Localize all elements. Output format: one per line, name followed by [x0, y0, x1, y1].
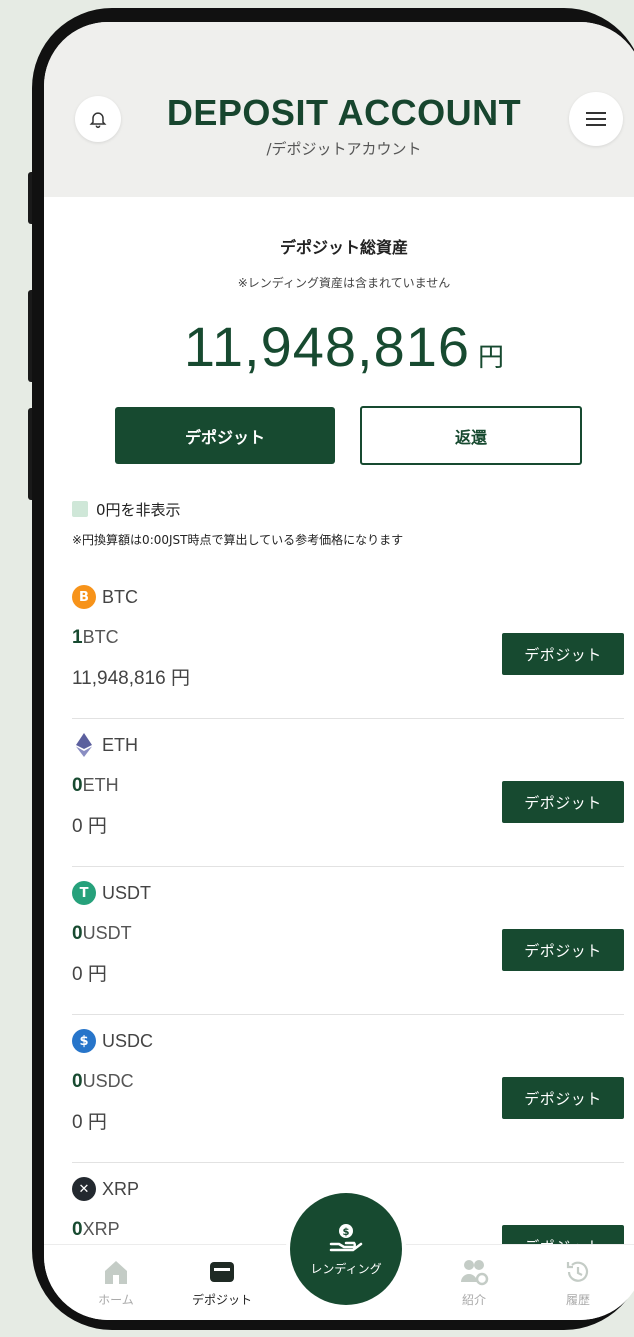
asset-yen-value: 11,948,816 円	[72, 668, 190, 689]
asset-unit: XRP	[82, 1219, 120, 1239]
asset-symbol: USDT	[102, 882, 151, 903]
hide-zero-label: 0円を非表示	[96, 500, 181, 519]
page-subtitle: /デポジットアカウント	[266, 140, 422, 158]
asset-unit: ETH	[82, 775, 119, 795]
nav-home[interactable]: ホーム	[76, 1255, 156, 1308]
asset-row-btc: B BTC 1BTC 11,948,816 円デポジット	[72, 571, 624, 719]
usdc-icon: $	[72, 1029, 96, 1053]
deposit-button[interactable]: デポジット	[115, 407, 335, 464]
asset-symbol: XRP	[102, 1178, 140, 1199]
asset-header: ✕ XRP	[72, 1177, 139, 1201]
asset-unit: USDT	[82, 923, 132, 943]
history-icon	[566, 1261, 589, 1282]
asset-header: $ USDC	[72, 1029, 153, 1053]
hide-zero-toggle[interactable]: 0円を非表示	[72, 498, 181, 520]
menu-button[interactable]	[569, 92, 623, 146]
asset-unit: BTC	[82, 627, 119, 647]
nav-history[interactable]: 履歴	[538, 1255, 618, 1308]
asset-deposit-button[interactable]: デポジット	[502, 1077, 624, 1119]
wallet-icon	[210, 1262, 234, 1282]
asset-symbol: ETH	[102, 734, 138, 755]
nav-referral-label: 紹介	[461, 1293, 486, 1307]
asset-deposit-button[interactable]: デポジット	[502, 781, 624, 823]
asset-balance: 0USDT	[72, 923, 132, 945]
asset-header: T USDT	[72, 881, 151, 905]
total-assets-amount: 11,948,816 円	[44, 314, 634, 379]
asset-balance: 0USDC	[72, 1071, 134, 1093]
asset-yen-value: 0 円	[72, 964, 107, 985]
hide-zero-checkbox[interactable]	[72, 501, 88, 517]
asset-row-usdc: $ USDC 0USDC 0 円デポジット	[72, 1015, 624, 1163]
asset-unit: USDC	[82, 1071, 134, 1091]
nav-lending-label: レンディング	[310, 1261, 382, 1276]
lending-hand-coin-icon: $	[329, 1223, 363, 1251]
total-assets-note: ※レンディング資産は含まれていません	[237, 276, 451, 290]
asset-symbol: USDC	[102, 1030, 154, 1051]
asset-header: ETH	[72, 733, 138, 757]
asset-deposit-button[interactable]: デポジット	[502, 929, 624, 971]
referral-icon	[461, 1260, 489, 1286]
svg-text:$: $	[343, 1227, 350, 1238]
xrp-icon: ✕	[72, 1177, 96, 1201]
page-title: DEPOSIT ACCOUNT	[166, 92, 522, 133]
asset-balance: 1BTC	[72, 627, 119, 649]
total-amount-value: 11,948,816	[183, 315, 471, 378]
asset-balance: 0XRP	[72, 1219, 120, 1241]
asset-quantity: 0	[72, 775, 83, 796]
app-screen: DEPOSIT ACCOUNT /デポジットアカウント デポジット総資産 ※レン…	[44, 22, 634, 1320]
asset-row-usdt: T USDT 0USDT 0 円デポジット	[72, 867, 624, 1015]
repay-button[interactable]: 返還	[360, 406, 582, 465]
bitcoin-icon: B	[72, 585, 96, 609]
nav-deposit-label: デポジット	[191, 1293, 252, 1307]
nav-home-label: ホーム	[98, 1293, 134, 1307]
nav-referral[interactable]: 紹介	[434, 1255, 514, 1308]
total-amount-unit: 円	[478, 343, 505, 373]
hamburger-menu-icon	[586, 112, 606, 126]
asset-quantity: 0	[72, 1071, 83, 1092]
asset-balance: 0ETH	[72, 775, 119, 797]
home-icon	[105, 1261, 127, 1284]
nav-deposit[interactable]: デポジット	[182, 1255, 262, 1308]
asset-symbol: BTC	[102, 586, 138, 607]
ethereum-icon	[72, 733, 96, 757]
asset-quantity: 0	[72, 923, 83, 944]
asset-yen-value: 0 円	[72, 816, 107, 837]
total-assets-label: デポジット総資産	[279, 238, 408, 257]
rate-note: ※円換算額は0:00JST時点で算出している参考価格になります	[72, 533, 404, 547]
asset-quantity: 0	[72, 1219, 83, 1240]
app-header: DEPOSIT ACCOUNT /デポジットアカウント	[44, 22, 634, 197]
asset-deposit-button[interactable]: デポジット	[502, 633, 624, 675]
nav-history-label: 履歴	[565, 1293, 590, 1307]
asset-quantity: 1	[72, 627, 83, 648]
tether-icon: T	[72, 881, 96, 905]
asset-header: B BTC	[72, 585, 138, 609]
asset-yen-value: 0 円	[72, 1112, 107, 1133]
asset-row-eth: ETH 0ETH 0 円デポジット	[72, 719, 624, 867]
nav-lending[interactable]: $ レンディング	[290, 1193, 402, 1305]
